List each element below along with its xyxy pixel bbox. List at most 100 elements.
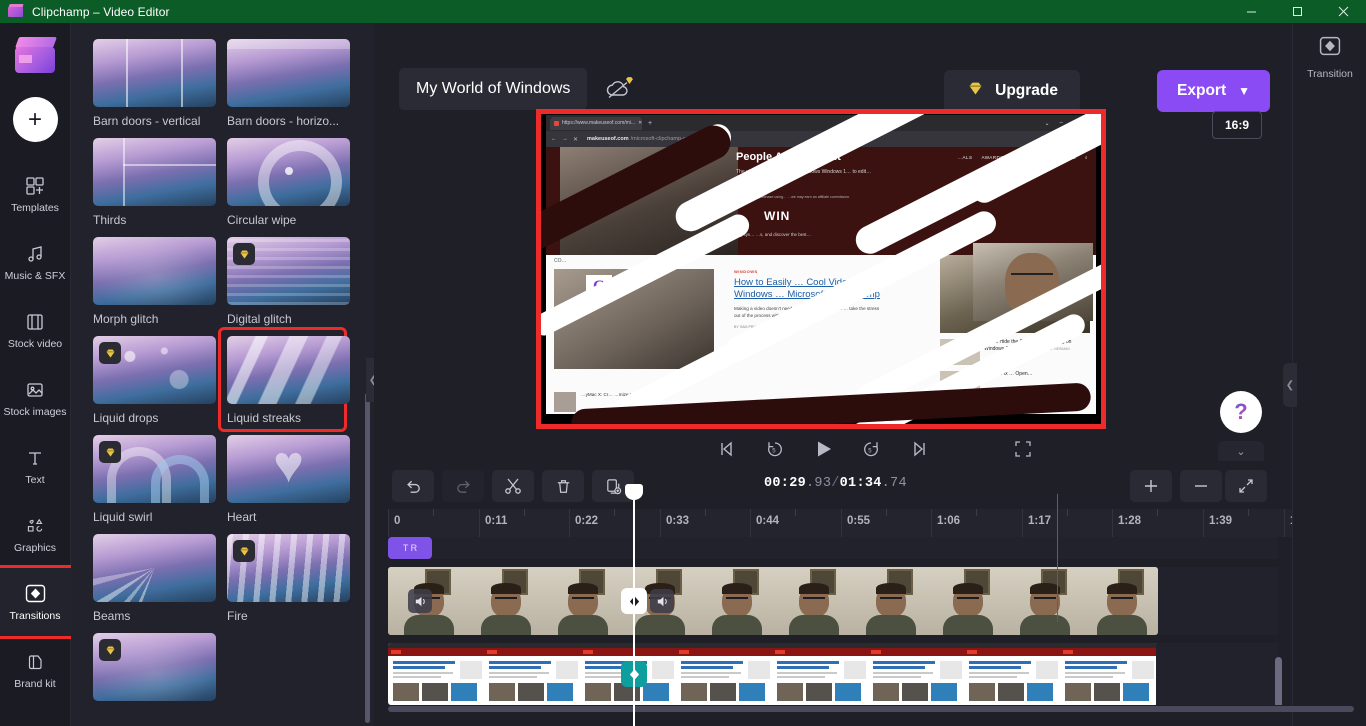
timeline-vertical-scrollbar[interactable] <box>1275 657 1282 705</box>
image-icon <box>24 379 46 401</box>
bookmark-star-icon <box>1052 136 1058 142</box>
transition-card-fire[interactable]: Fire <box>227 534 350 623</box>
rail-item-list: Templates Music & SFX Stock video Stock … <box>0 160 74 704</box>
sidebar-item-text[interactable]: Text <box>0 432 71 500</box>
skip-to-start-button[interactable] <box>716 438 738 460</box>
timeline-track-video[interactable] <box>388 567 1278 635</box>
ruler-label: 0:33 <box>666 515 690 527</box>
right-rail-collapse-button[interactable]: ❮ <box>1283 363 1297 407</box>
add-media-button[interactable]: + <box>12 97 58 142</box>
screen-thumbnail <box>772 643 868 705</box>
timeline-track-screen[interactable] <box>388 643 1278 705</box>
transition-card-morph-glitch[interactable]: Morph glitch <box>93 237 216 326</box>
right-properties-rail: Transition ❮ <box>1283 23 1366 726</box>
transition-card-barn-doors-horizontal[interactable]: Barn doors - horizo... <box>227 39 350 128</box>
page-bottom-item: …yMac X: Cr… …mize Your … <box>554 392 1096 412</box>
playback-controls: 5 5 <box>536 435 1106 463</box>
sidebar-item-stock-video[interactable]: Stock video <box>0 296 71 364</box>
transition-label: Digital glitch <box>227 312 292 326</box>
transition-card-digital-glitch[interactable]: Digital glitch <box>227 237 350 326</box>
screen-clip[interactable] <box>388 643 1158 705</box>
transition-card-liquid-swirl[interactable]: Liquid swirl <box>93 435 216 524</box>
video-preview[interactable]: https://www.makeuseof.com/mi... ✕ + ⌄ – … <box>541 114 1101 424</box>
transition-card-liquid-drops[interactable]: Liquid drops <box>93 336 216 425</box>
fullscreen-button[interactable] <box>1012 438 1034 460</box>
cloud-off-icon[interactable] <box>602 72 636 106</box>
ruler-label: 0:22 <box>575 515 599 527</box>
text-clip[interactable]: T R <box>388 537 432 559</box>
play-button[interactable] <box>812 438 834 460</box>
screen-thumbnail <box>676 643 772 705</box>
transition-thumbnail <box>93 336 216 404</box>
minimize-icon[interactable] <box>1228 0 1274 23</box>
export-button[interactable]: Export ▼ <box>1157 70 1270 112</box>
sidebar-item-templates[interactable]: Templates <box>0 160 71 228</box>
transition-card-thirds[interactable]: Thirds <box>93 138 216 227</box>
hero-foot: operating sys… …s, and discover the best… <box>724 232 811 237</box>
transition-label: Fire <box>227 609 248 623</box>
forward-5-seconds-button[interactable]: 5 <box>860 438 882 460</box>
zoom-out-button[interactable] <box>1180 470 1222 502</box>
properties-item-transition[interactable]: Transition <box>1293 35 1366 80</box>
screen-thumbnail <box>964 643 1060 705</box>
help-button[interactable]: ? <box>1220 391 1262 433</box>
undo-button[interactable] <box>392 470 434 502</box>
close-icon[interactable] <box>1320 0 1366 23</box>
transition-card-heart[interactable]: Heart <box>227 435 350 524</box>
timeline-horizontal-scrollbar[interactable] <box>388 706 1354 712</box>
transition-label: Liquid swirl <box>93 510 153 524</box>
timeline-collapse-button[interactable]: ⌄ <box>1218 441 1264 461</box>
sidebar-item-transitions[interactable]: Transitions <box>0 565 74 639</box>
upgrade-button[interactable]: Upgrade <box>944 70 1080 112</box>
article-title[interactable]: How to Easily … Cool Videos on Windows …… <box>734 277 886 301</box>
audio-speaker-icon[interactable] <box>650 589 674 613</box>
delete-button[interactable] <box>542 470 584 502</box>
aspect-ratio-button[interactable]: 16:9 <box>1212 111 1262 139</box>
brand-kit-icon <box>24 651 46 673</box>
transition-card-barn-doors-vertical[interactable]: Barn doors - vertical <box>93 39 216 128</box>
audio-speaker-icon[interactable] <box>408 589 432 613</box>
transition-card-beams[interactable]: Beams <box>93 534 216 623</box>
timeline-track-text[interactable]: T R <box>388 537 1278 559</box>
fit-to-screen-button[interactable] <box>1225 470 1267 502</box>
close-icon: ✕ <box>1084 120 1090 127</box>
zoom-in-button[interactable] <box>1130 470 1172 502</box>
premium-diamond-icon <box>233 243 255 265</box>
thumb <box>940 339 980 365</box>
transition-card-liquid-streaks[interactable]: Liquid streaks <box>218 327 350 432</box>
skip-to-end-button[interactable] <box>908 438 930 460</box>
list-item[interactable]: …w to Hide the Cursor While Typing on Wi… <box>940 339 1090 365</box>
split-button[interactable] <box>492 470 534 502</box>
timeline-tracks[interactable]: T R <box>388 537 1292 705</box>
left-navigation-rail: + Templates Music & SFX Stock video Stoc… <box>0 23 74 726</box>
project-title-input[interactable]: My World of Windows <box>399 68 588 110</box>
back-5-seconds-button[interactable]: 5 <box>764 438 786 460</box>
chevron-down-icon: ⌄ <box>1236 445 1246 458</box>
library-scrollbar[interactable] <box>365 393 370 723</box>
film-strip-icon <box>24 311 46 333</box>
sidebar-item-brand-kit[interactable]: Brand kit <box>0 636 71 704</box>
playhead-handle[interactable] <box>625 484 643 500</box>
ruler-label: 0:44 <box>756 515 780 527</box>
transition-card-partial[interactable] <box>93 633 216 701</box>
video-thumbnail <box>927 567 1004 635</box>
transition-thumbnail <box>93 39 216 107</box>
timeline-ruler[interactable]: 0 0:11 0:22 0:33 0:44 0:55 1:06 1:17 1:2… <box>388 509 1292 537</box>
premium-diamond-icon <box>99 441 121 463</box>
redo-button[interactable] <box>442 470 484 502</box>
sidebar-item-stock-images[interactable]: Stock images <box>0 364 71 432</box>
transition-thumbnail <box>227 237 350 305</box>
sidebar-item-graphics[interactable]: Graphics <box>0 500 71 568</box>
shapes-icon <box>24 515 46 537</box>
maximize-icon[interactable] <box>1274 0 1320 23</box>
video-clip[interactable] <box>388 567 1158 635</box>
sidebar-item-label: Text <box>25 473 45 486</box>
properties-item-label: Transition <box>1307 68 1353 80</box>
transition-card-circular-wipe[interactable]: Circular wipe <box>227 138 350 227</box>
transition-thumbnail <box>227 39 350 107</box>
article-byline: BY SAM PRUITTER DEC 27, 2021 <box>734 324 791 329</box>
sidebar-item-music-sfx[interactable]: Music & SFX <box>0 228 71 296</box>
transition-thumbnail <box>227 336 350 404</box>
forward-icon: → <box>562 136 568 142</box>
timeline-playhead[interactable] <box>625 484 643 726</box>
